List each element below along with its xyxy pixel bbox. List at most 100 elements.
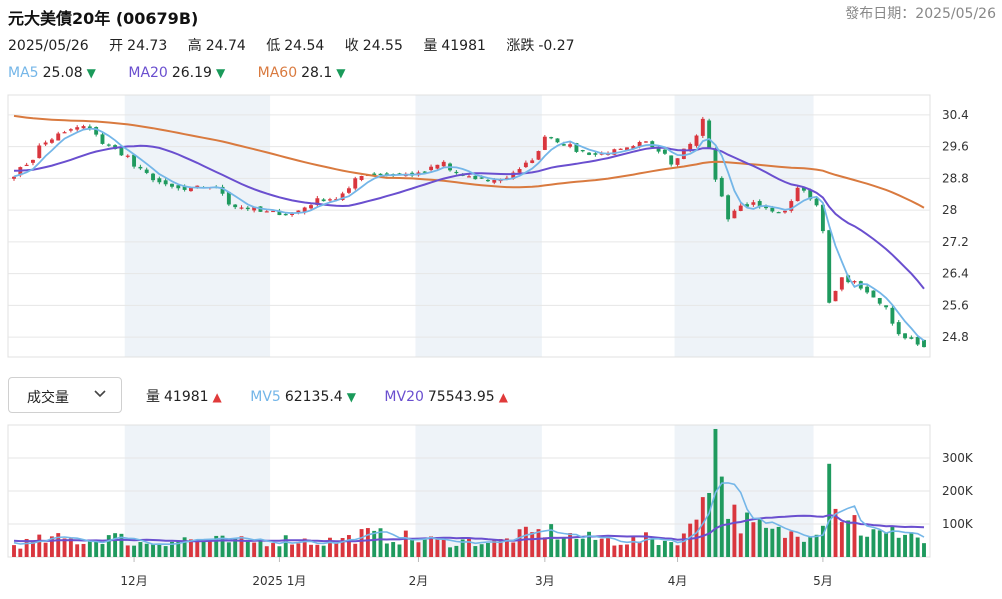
x-tick-label: 4月: [668, 574, 688, 588]
candle-body: [163, 180, 168, 185]
candle-body: [49, 139, 54, 143]
volume-bar: [871, 529, 876, 557]
volume-bar: [814, 534, 819, 557]
x-tick-label: 3月: [535, 574, 555, 588]
candle-body: [435, 164, 440, 169]
volume-bar: [75, 544, 80, 557]
volume-bar: [858, 535, 863, 557]
volume-bar: [391, 542, 396, 557]
candle-body: [903, 333, 907, 339]
candle-body: [353, 178, 358, 189]
price-tick-label: 28: [942, 203, 957, 217]
volume-bar: [669, 542, 674, 557]
volume-bar: [593, 539, 598, 557]
candle-body: [530, 160, 535, 163]
volume-bar: [808, 536, 813, 557]
candle-body: [896, 322, 901, 335]
candle-body: [669, 155, 674, 165]
volume-bar: [410, 538, 415, 557]
volume-bar: [397, 544, 402, 557]
volume-bar: [245, 539, 250, 557]
volume-bar: [903, 534, 907, 557]
volume-bar: [549, 524, 554, 557]
candle-body: [321, 199, 326, 202]
volume-bar: [517, 529, 522, 557]
candle-body: [68, 129, 73, 131]
candle-body: [662, 149, 667, 154]
candle-body: [700, 118, 705, 136]
volume-bar: [877, 530, 882, 557]
price-tick-label: 24.8: [942, 330, 969, 344]
candle-body: [833, 290, 838, 302]
volume-bar: [252, 542, 257, 557]
volume-bar: [151, 544, 155, 557]
volume-bar: [827, 463, 832, 557]
volume-bar: [435, 538, 440, 557]
volume-bar: [87, 540, 92, 557]
volume-bar: [681, 533, 686, 557]
volume-bar: [201, 541, 206, 557]
volume-bar: [372, 530, 377, 557]
candle-body: [100, 134, 105, 144]
volume-bar: [846, 520, 851, 557]
volume-bar: [801, 541, 806, 557]
candle-body: [138, 166, 143, 169]
volume-bar: [309, 544, 313, 557]
candle-body: [719, 177, 724, 197]
volume-bar: [922, 543, 926, 557]
candle-body: [309, 205, 313, 209]
candle-body: [233, 204, 238, 208]
candle-body: [43, 142, 48, 145]
volume-bar: [542, 537, 547, 557]
candle-body: [865, 286, 870, 293]
candle-body: [283, 214, 288, 216]
candle-body: [890, 307, 895, 324]
volume-bar: [606, 538, 610, 557]
volume-bar: [18, 548, 23, 557]
volume-bar: [688, 523, 693, 557]
volume-bar: [675, 545, 680, 557]
volume-bar: [43, 542, 48, 557]
volume-bar: [915, 537, 920, 557]
volume-bar: [144, 543, 149, 557]
candle-body: [24, 164, 29, 167]
candle-body: [12, 176, 16, 179]
volume-bar: [416, 542, 421, 557]
volume-bar: [384, 543, 389, 557]
volume-tick-label: 200K: [942, 484, 974, 498]
candle-body: [580, 150, 585, 152]
volume-bar: [448, 547, 452, 557]
volume-bar: [258, 539, 263, 557]
price-tick-label: 26.4: [942, 267, 969, 281]
volume-bar: [865, 536, 870, 557]
volume-bar: [783, 537, 787, 557]
month-band: [415, 95, 542, 357]
candle-body: [106, 144, 111, 146]
candle-body: [144, 169, 149, 173]
candle-body: [75, 127, 80, 130]
x-tick-label: 2月: [409, 574, 429, 588]
candle-body: [441, 161, 446, 167]
candle-body: [536, 151, 541, 160]
volume-bar: [884, 533, 889, 557]
candle-body: [542, 136, 547, 150]
candle-body: [618, 148, 623, 150]
candle-body: [119, 148, 124, 156]
volume-bar: [100, 544, 105, 557]
candle-body: [909, 337, 914, 339]
volume-bar: [106, 535, 111, 557]
volume-bar: [656, 545, 661, 557]
price-volume-chart: 30.4 29.6 28.8 28 27.2 26.4 25.6 24.8 300K 200K 10…: [7, 94, 974, 588]
volume-bar: [764, 527, 768, 557]
volume-bar: [315, 544, 320, 557]
volume-bar: [776, 526, 781, 557]
volume-bar: [346, 535, 351, 557]
volume-bar: [523, 526, 528, 557]
candle-body: [486, 179, 490, 182]
volume-bar: [283, 535, 288, 557]
volume-bar: [403, 530, 408, 557]
volume-bar: [271, 543, 276, 557]
candle-body: [738, 205, 743, 211]
volume-tick-label: 100K: [942, 517, 974, 531]
x-tick-label: 5月: [813, 574, 833, 588]
